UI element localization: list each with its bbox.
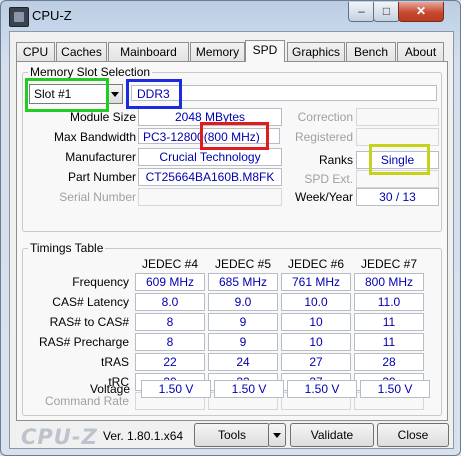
slot-select[interactable]: Slot #1 xyxy=(29,84,107,104)
timing-cell: 8.0 xyxy=(135,293,205,311)
timing-cell: 800 MHz xyxy=(354,273,424,291)
timing-cell: 10 xyxy=(281,313,351,331)
client-area: CPU Caches Mainboard Memory SPD Graphics… xyxy=(9,31,454,449)
timing-cell: 9 xyxy=(208,313,278,331)
maximize-button[interactable]: □ xyxy=(373,2,400,22)
timing-cell: 685 MHz xyxy=(208,273,278,291)
correction-label: Correction xyxy=(297,110,353,124)
tools-button[interactable]: Tools xyxy=(194,423,270,447)
timing-row-label: CAS# Latency xyxy=(52,295,129,309)
week-year-value: 30 / 13 xyxy=(356,188,439,206)
timing-cell: 9.0 xyxy=(208,293,278,311)
spd-panel: Memory Slot Selection Slot #1 DDR3 Modul… xyxy=(16,61,448,421)
spd-ext-value xyxy=(356,170,439,188)
module-size-value: 2048 MBytes xyxy=(138,108,282,126)
chevron-down-icon xyxy=(273,433,281,438)
registered-label: Registered xyxy=(294,130,353,144)
tab-caches[interactable]: Caches xyxy=(56,42,107,61)
timing-cell: 1.50 V xyxy=(214,380,284,398)
timing-row-label: Voltage xyxy=(89,382,130,396)
max-bandwidth-value: PC3-12800(800 MHz) xyxy=(138,128,280,144)
timing-column-header: JEDEC #4 xyxy=(141,257,199,271)
timing-cell: 8 xyxy=(135,333,205,351)
manufacturer-value: Crucial Technology xyxy=(138,148,282,166)
timing-cell: 10.0 xyxy=(281,293,351,311)
timing-column-header: JEDEC #7 xyxy=(360,257,418,271)
max-bandwidth-module: PC3-12800 xyxy=(143,130,204,144)
ranks-label: Ranks xyxy=(318,153,353,167)
timing-cell: 11.0 xyxy=(354,293,424,311)
week-year-label: Week/Year xyxy=(294,190,353,204)
tab-bench[interactable]: Bench xyxy=(346,42,396,61)
timing-cell: 24 xyxy=(208,353,278,371)
close-window-button[interactable]: ✕ xyxy=(398,2,444,22)
spd-ext-label: SPD Ext. xyxy=(304,172,353,186)
memory-slot-selection-title: Memory Slot Selection xyxy=(28,65,153,79)
tab-about[interactable]: About xyxy=(397,42,444,61)
cpuz-logo: CPU-Z xyxy=(21,425,98,449)
timing-cell: 1.50 V xyxy=(287,380,357,398)
slot-dropdown-button[interactable] xyxy=(106,84,123,104)
timing-cell: 11 xyxy=(354,333,424,351)
serial-number-value xyxy=(138,188,282,206)
timing-row-label: tRAS xyxy=(100,355,129,369)
timing-row-label: Frequency xyxy=(72,275,129,289)
timing-cell: 22 xyxy=(135,353,205,371)
chevron-down-icon xyxy=(111,92,119,97)
tab-graphics[interactable]: Graphics xyxy=(287,42,345,61)
slot-select-value: Slot #1 xyxy=(34,87,72,101)
timing-cell: 27 xyxy=(281,353,351,371)
timing-row-label: Command Rate xyxy=(44,394,129,408)
timing-row-label: RAS# Precharge xyxy=(38,335,129,349)
timing-row-label: RAS# to CAS# xyxy=(49,315,129,329)
tab-cpu[interactable]: CPU xyxy=(16,42,55,61)
version-label: Ver. 1.80.1.x64 xyxy=(103,429,184,443)
window-title: CPU-Z xyxy=(32,8,72,23)
registered-value xyxy=(356,128,439,146)
timing-cell: 8 xyxy=(135,313,205,331)
timing-column-header: JEDEC #6 xyxy=(287,257,345,271)
max-bandwidth-label: Max Bandwidth xyxy=(53,130,136,144)
minimize-button[interactable]: – xyxy=(348,2,375,22)
cpuz-window: CPU-Z – □ ✕ CPU Caches Mainboard Memory … xyxy=(0,0,461,456)
timing-cell: 28 xyxy=(354,353,424,371)
serial-number-label: Serial Number xyxy=(59,190,136,204)
timing-cell: 1.50 V xyxy=(360,380,430,398)
tools-dropdown-button[interactable] xyxy=(268,423,286,447)
tab-memory[interactable]: Memory xyxy=(190,42,245,61)
timing-column-header: JEDEC #5 xyxy=(214,257,272,271)
title-bar[interactable]: CPU-Z – □ ✕ xyxy=(1,1,460,31)
correction-value xyxy=(356,108,439,126)
module-size-label: Module Size xyxy=(69,110,136,124)
max-bandwidth-frequency: (800 MHz) xyxy=(203,130,260,144)
validate-button[interactable]: Validate xyxy=(290,423,374,447)
timing-cell: 609 MHz xyxy=(135,273,205,291)
timing-cell: 10 xyxy=(281,333,351,351)
ranks-value: Single xyxy=(356,151,439,169)
part-number-value: CT25664BA160B.M8FK xyxy=(138,168,282,186)
timing-cell: 11 xyxy=(354,313,424,331)
timings-table-title: Timings Table xyxy=(28,241,106,255)
close-button[interactable]: Close xyxy=(377,423,449,447)
memory-type-field: DDR3 xyxy=(131,85,437,101)
manufacturer-label: Manufacturer xyxy=(65,150,136,164)
tab-mainboard[interactable]: Mainboard xyxy=(108,42,189,61)
timing-cell: 9 xyxy=(208,333,278,351)
timing-cell: 761 MHz xyxy=(281,273,351,291)
timing-cell: 1.50 V xyxy=(141,380,211,398)
part-number-label: Part Number xyxy=(67,170,136,184)
cpuz-app-icon xyxy=(9,7,29,27)
footer-bar: CPU-Z Ver. 1.80.1.x64 Tools Validate Clo… xyxy=(10,420,453,449)
tab-spd[interactable]: SPD xyxy=(245,40,285,62)
